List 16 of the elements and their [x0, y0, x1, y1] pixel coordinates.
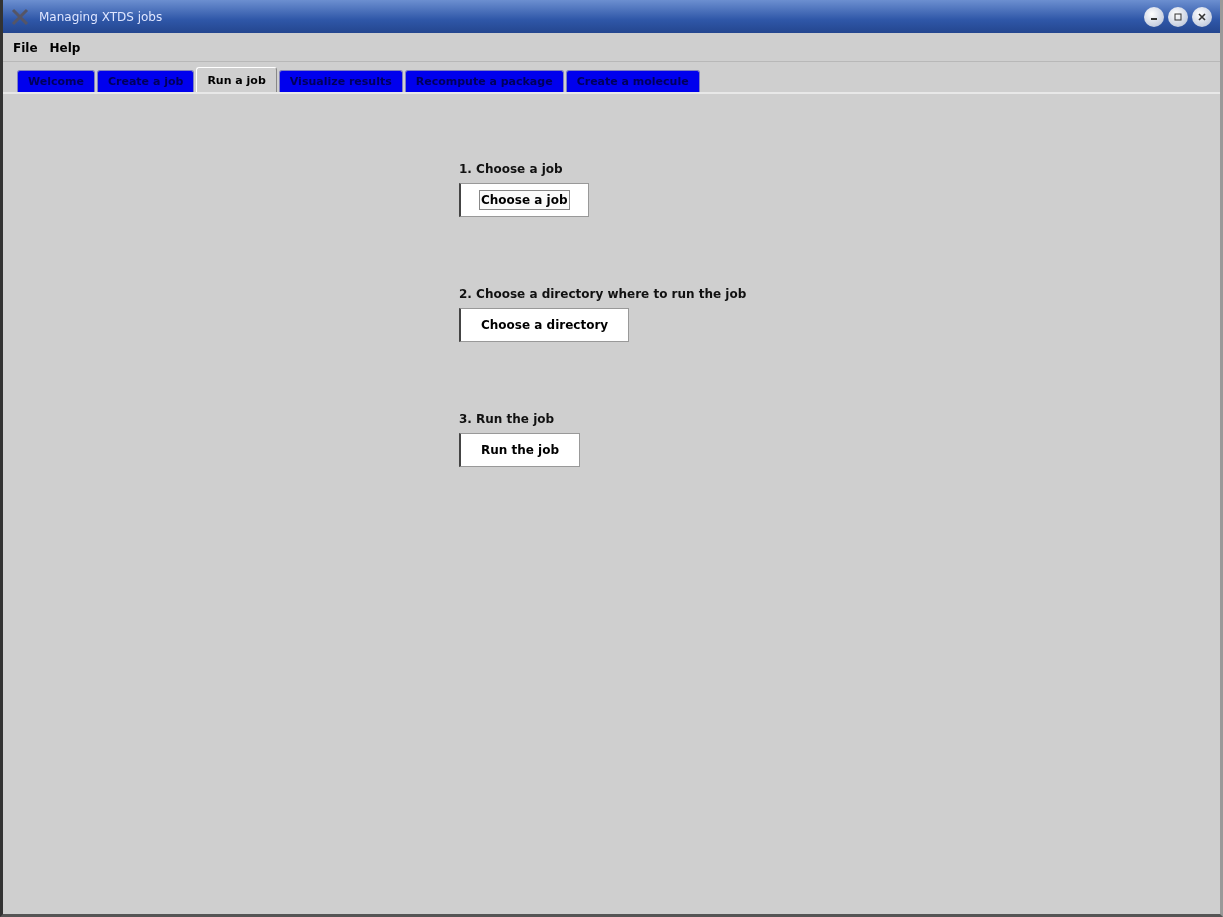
step-label: 1. Choose a job: [459, 162, 563, 176]
step-label: 3. Run the job: [459, 412, 555, 426]
menu-item[interactable]: File: [11, 41, 40, 55]
step-button[interactable]: Run the job: [459, 433, 581, 467]
step-button[interactable]: Choose a directory: [459, 308, 630, 342]
minimize-button[interactable]: [1144, 6, 1164, 27]
tab[interactable]: Run a job: [196, 67, 277, 92]
close-button[interactable]: [1192, 6, 1212, 27]
maximize-icon: [1174, 12, 1182, 21]
menu-item[interactable]: Help: [47, 41, 83, 55]
step-label: 2. Choose a directory where to run the job: [459, 287, 747, 301]
close-icon: [1198, 12, 1206, 21]
maximize-button[interactable]: [1168, 6, 1188, 27]
step-button[interactable]: Choose a job: [459, 183, 589, 217]
window-title: Managing XTDS jobs: [39, 9, 164, 24]
app-icon: [11, 7, 29, 26]
